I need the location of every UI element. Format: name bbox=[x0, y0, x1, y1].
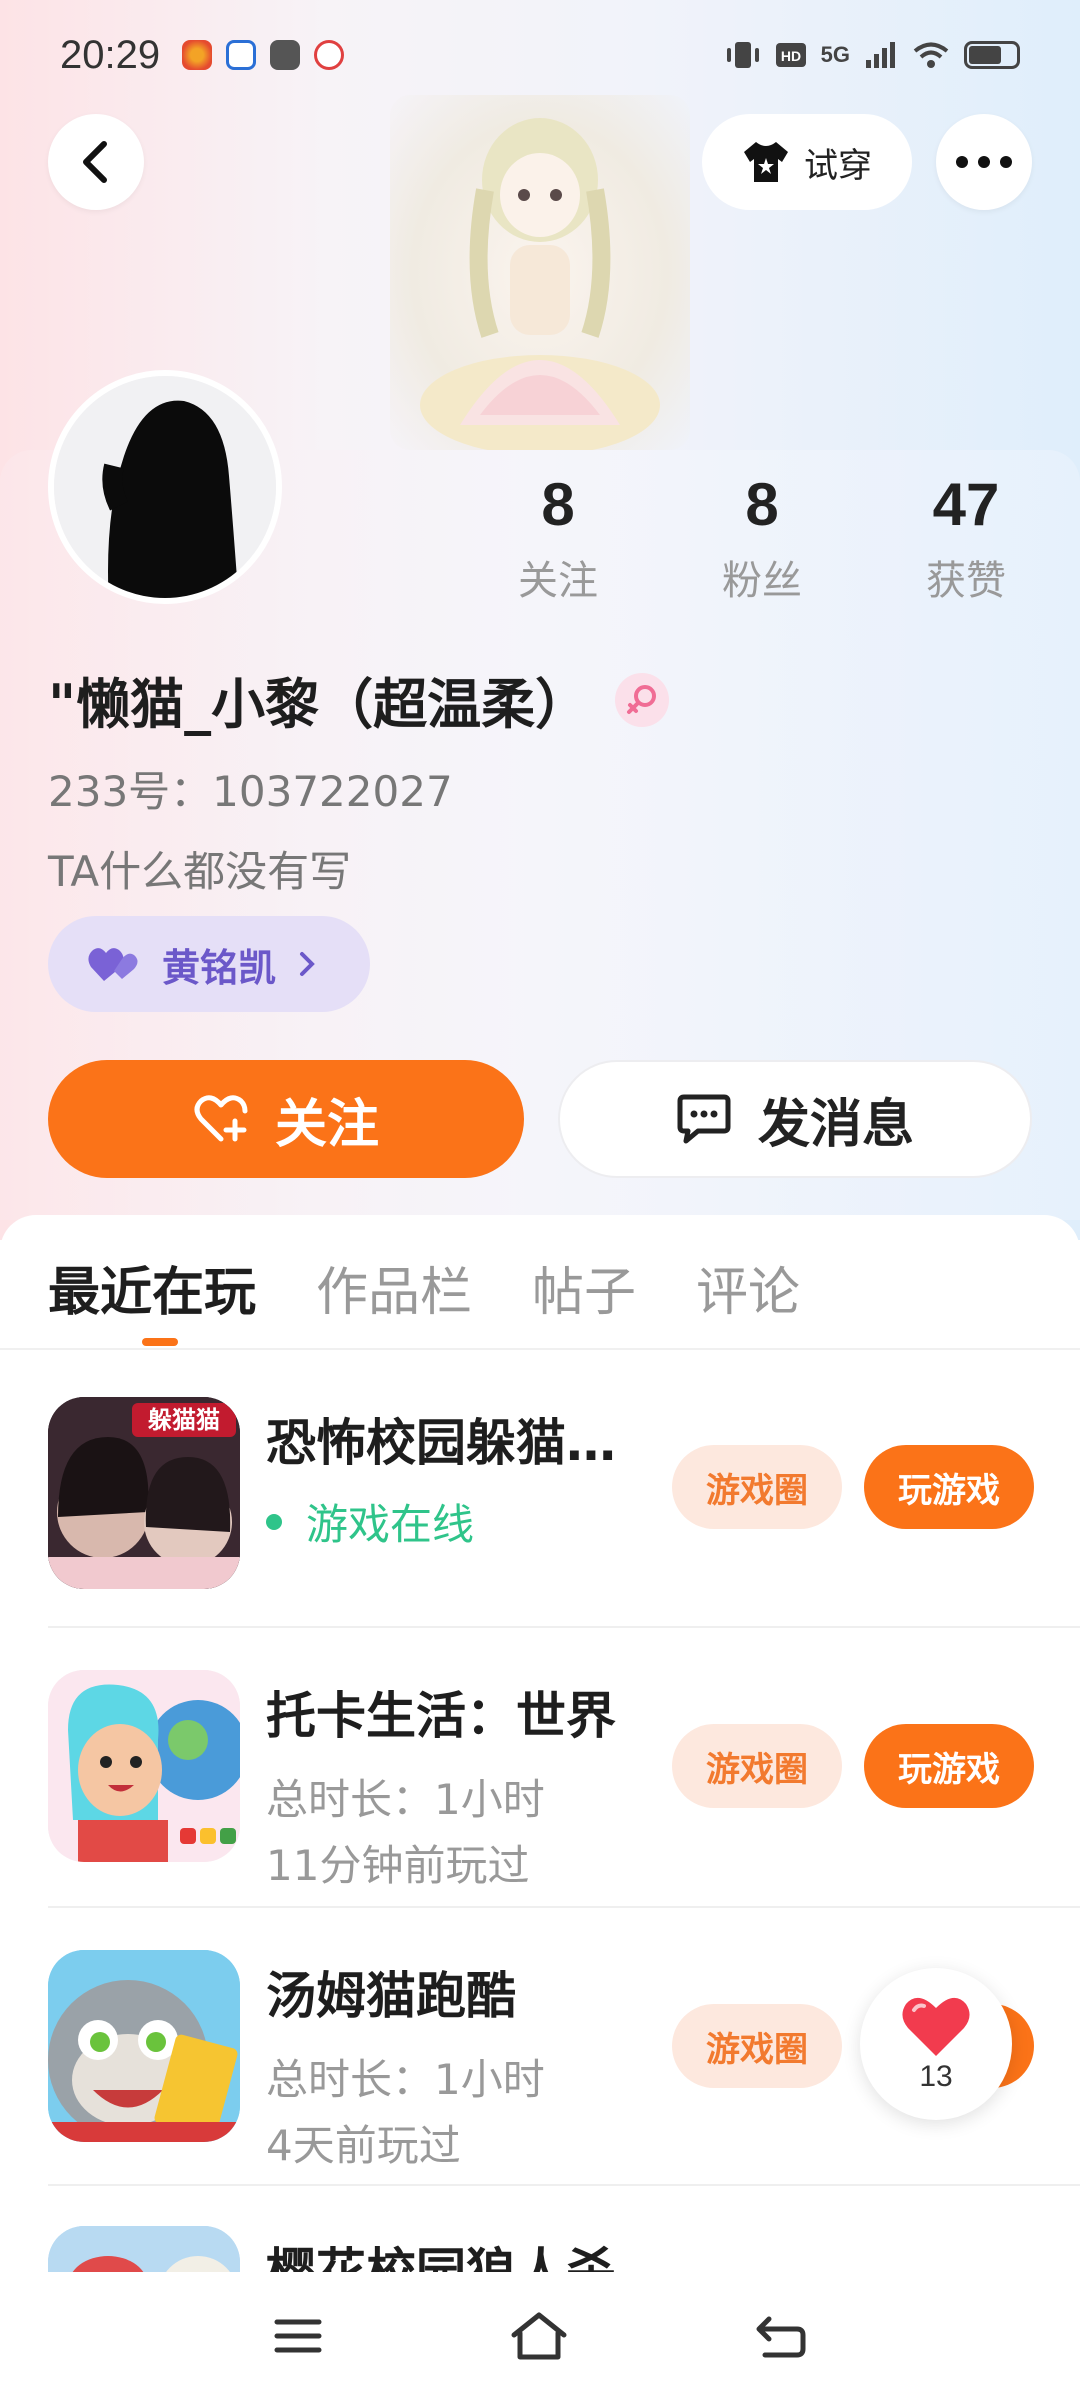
play-duration: 总时长：1小时 bbox=[266, 1775, 545, 1824]
stat-followers[interactable]: 8 粉丝 bbox=[682, 470, 842, 606]
system-navigation-bar bbox=[0, 2272, 1080, 2400]
relationship-name: 黄铭凯 bbox=[162, 945, 277, 990]
more-icon bbox=[956, 156, 1012, 168]
shirt-icon bbox=[744, 142, 788, 182]
game-circle-button[interactable]: 游戏圈 bbox=[672, 1724, 842, 1808]
play-game-button[interactable]: 玩游戏 bbox=[864, 1724, 1034, 1808]
tab-works[interactable]: 作品栏 bbox=[316, 1250, 472, 1325]
follow-button[interactable]: 关注 bbox=[48, 1060, 524, 1178]
wifi-icon bbox=[913, 42, 949, 68]
online-status: 游戏在线 bbox=[266, 1491, 474, 1552]
stat-label: 关注 bbox=[518, 558, 598, 604]
figure-illustration bbox=[420, 118, 660, 450]
avatar-silhouette bbox=[54, 376, 276, 598]
back-nav-icon[interactable] bbox=[755, 2313, 807, 2359]
svg-text:HD: HD bbox=[781, 48, 801, 64]
tab-recently-played[interactable]: 最近在玩 bbox=[48, 1250, 256, 1325]
vibrate-icon bbox=[726, 42, 759, 68]
profile-tabs: 最近在玩 作品栏 帖子 评论 bbox=[48, 1250, 800, 1325]
heart-icon bbox=[902, 1997, 970, 2056]
game-icon[interactable] bbox=[48, 1670, 240, 1862]
game-title: 恐怖校园躲猫… bbox=[266, 1414, 616, 1472]
avatar-figure[interactable] bbox=[390, 95, 690, 450]
floating-like-button[interactable]: 13 bbox=[860, 1968, 1012, 2120]
game-icon-text: 躲猫猫 bbox=[148, 1406, 220, 1434]
online-dot-icon bbox=[266, 1513, 282, 1530]
stat-value: 8 bbox=[745, 471, 779, 538]
play-game-button[interactable]: 玩游戏 bbox=[864, 1445, 1034, 1529]
hd-icon: HD bbox=[775, 43, 806, 67]
avatar[interactable] bbox=[48, 370, 282, 604]
tab-posts[interactable]: 帖子 bbox=[532, 1250, 636, 1325]
username: "懒猫_小黎（超温柔） bbox=[48, 673, 590, 736]
back-button[interactable] bbox=[48, 114, 144, 210]
tab-divider bbox=[0, 1348, 1080, 1350]
username-row: "懒猫_小黎（超温柔） bbox=[48, 660, 670, 739]
status-indicators: HD 5G bbox=[725, 40, 1020, 70]
app-notification-icon bbox=[182, 40, 213, 70]
like-count: 13 bbox=[919, 2060, 953, 2093]
more-options-button[interactable] bbox=[936, 114, 1032, 210]
send-message-label: 发消息 bbox=[757, 1094, 914, 1155]
map-app-icon bbox=[314, 40, 345, 70]
game-icon[interactable] bbox=[48, 1950, 240, 2142]
stat-label: 粉丝 bbox=[722, 558, 802, 604]
game-title: 托卡生活：世界 bbox=[266, 1687, 616, 1745]
row-divider bbox=[48, 1626, 1080, 1628]
status-time: 20:29 bbox=[60, 32, 161, 77]
try-on-button[interactable]: 试穿 bbox=[702, 114, 912, 210]
stat-following[interactable]: 8 关注 bbox=[478, 470, 638, 606]
game-icon[interactable]: 躲猫猫 bbox=[48, 1397, 240, 1589]
status-bar: 20:29 HD 5G bbox=[0, 0, 1080, 110]
back-arrow-icon bbox=[83, 141, 107, 183]
heart-plus-icon bbox=[194, 1095, 248, 1142]
stat-value: 8 bbox=[541, 471, 575, 538]
game-title: 汤姆猫跑酷 bbox=[266, 1967, 516, 2025]
game-circle-button[interactable]: 游戏圈 bbox=[672, 2004, 842, 2088]
video-app-icon bbox=[270, 40, 301, 70]
row-divider bbox=[48, 1906, 1080, 1908]
follow-label: 关注 bbox=[274, 1094, 379, 1155]
baidu-icon bbox=[226, 40, 257, 70]
stat-value: 47 bbox=[932, 471, 1000, 538]
tab-comments[interactable]: 评论 bbox=[696, 1250, 800, 1325]
chat-bubble-icon bbox=[677, 1094, 731, 1144]
network-type: 5G bbox=[820, 42, 850, 67]
last-played: 4天前玩过 bbox=[266, 2121, 461, 2170]
female-gender-icon bbox=[615, 672, 670, 727]
menu-icon[interactable] bbox=[273, 2316, 323, 2356]
user-id[interactable]: 233号：103722027 bbox=[48, 758, 453, 819]
home-icon[interactable] bbox=[510, 2311, 568, 2361]
game-circle-button[interactable]: 游戏圈 bbox=[672, 1445, 842, 1529]
signal-icon bbox=[866, 42, 895, 68]
stat-likes[interactable]: 47 获赞 bbox=[886, 470, 1046, 606]
try-on-label: 试穿 bbox=[804, 145, 872, 186]
active-tab-indicator bbox=[142, 1338, 178, 1346]
double-heart-icon bbox=[88, 948, 138, 981]
last-played: 11分钟前玩过 bbox=[266, 1841, 530, 1890]
user-bio: TA什么都没有写 bbox=[48, 847, 352, 896]
notification-icons bbox=[182, 40, 345, 70]
stat-label: 获赞 bbox=[926, 558, 1006, 604]
send-message-button[interactable]: 发消息 bbox=[558, 1060, 1032, 1178]
row-divider bbox=[48, 2184, 1080, 2186]
battery-icon bbox=[964, 41, 1020, 69]
game-item[interactable]: 躲猫猫 恐怖校园躲猫… 游戏在线 游戏圈 玩游戏 bbox=[0, 1397, 1080, 1675]
play-duration: 总时长：1小时 bbox=[266, 2055, 545, 2104]
online-status-label: 游戏在线 bbox=[306, 1500, 475, 1549]
relationship-tag[interactable]: 黄铭凯 bbox=[48, 916, 370, 1012]
chevron-right-icon bbox=[300, 952, 315, 976]
